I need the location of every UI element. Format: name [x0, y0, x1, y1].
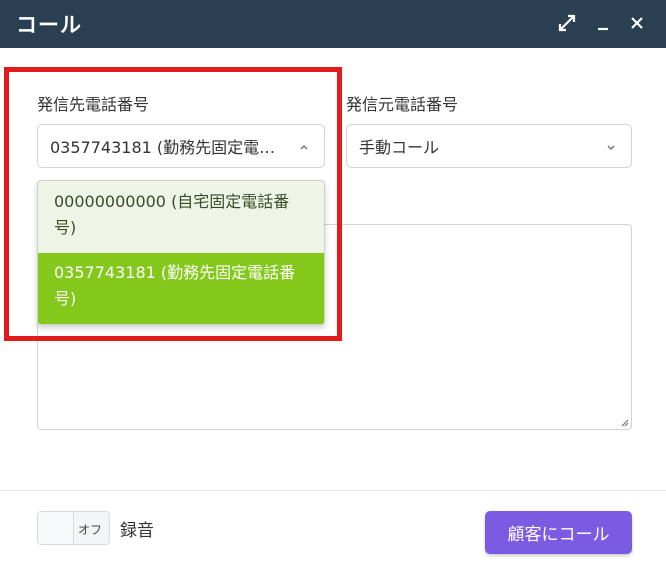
source-label: 発信元電話番号	[346, 95, 459, 114]
close-icon	[631, 17, 643, 29]
destination-selected-value: 0357743181 (勤務先固定電話番号)	[50, 138, 284, 157]
chevron-down-icon	[607, 145, 615, 151]
resize-grip-icon[interactable]	[619, 417, 629, 427]
call-customer-button[interactable]: 顧客にコール	[485, 511, 632, 554]
footer-divider	[0, 490, 666, 491]
source-selected-value: 手動コール	[359, 138, 440, 157]
dropdown-option-selected[interactable]: 0357743181 (勤務先固定電話番号)	[38, 253, 324, 324]
destination-label: 発信先電話番号	[37, 95, 150, 114]
expand-icon	[558, 14, 576, 32]
destination-dropdown: 00000000000 (自宅固定電話番号) 0357743181 (勤務先固定…	[37, 180, 325, 325]
minimize-icon	[598, 27, 608, 31]
dropdown-option[interactable]: 00000000000 (自宅固定電話番号)	[38, 189, 324, 253]
chevron-up-icon	[300, 144, 308, 150]
close-button[interactable]	[624, 10, 650, 36]
expand-button[interactable]	[554, 10, 580, 36]
source-select[interactable]: 手動コール	[346, 124, 632, 168]
toggle-knob	[38, 512, 74, 544]
record-toggle[interactable]: オフ	[37, 511, 110, 545]
title-bar: コール	[0, 0, 666, 48]
destination-select[interactable]: 0357743181 (勤務先固定電話番号)	[37, 124, 325, 168]
toggle-state-label: オフ	[78, 523, 103, 537]
minimize-button[interactable]	[590, 10, 616, 36]
window-title: コール	[16, 13, 82, 37]
record-label: 録音	[120, 521, 154, 541]
